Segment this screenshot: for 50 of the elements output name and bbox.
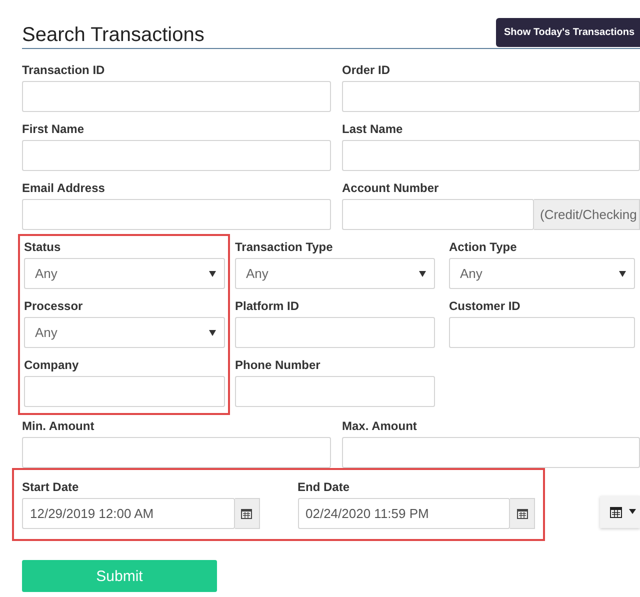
input-field[interactable] <box>342 437 640 468</box>
input-addon: (Credit/Checking <box>534 199 640 230</box>
dropdown[interactable]: Any <box>449 258 635 289</box>
input-field[interactable] <box>22 140 331 171</box>
page-title: Search Transactions <box>22 24 204 47</box>
caret-icon <box>209 330 216 336</box>
dropdown[interactable]: Any <box>24 317 225 348</box>
field-label: Min. Amount <box>22 419 96 435</box>
field-label: Phone Number <box>235 358 322 374</box>
dropdown[interactable]: Any <box>24 258 225 289</box>
field-label: Order ID <box>342 63 392 79</box>
date-field[interactable]: 12/29/2019 12:00 AM <box>22 498 234 529</box>
field-label: Customer ID <box>449 299 522 315</box>
field-label: Company <box>24 358 80 374</box>
input-field[interactable] <box>342 140 640 171</box>
input-field[interactable] <box>22 81 331 112</box>
calendar-icon <box>241 508 252 519</box>
dropdown[interactable]: Any <box>235 258 435 289</box>
date-field[interactable]: 02/24/2020 11:59 PM <box>298 498 510 529</box>
field-label: Platform ID <box>235 299 300 315</box>
calendar-icon <box>610 506 622 518</box>
field-label: Action Type <box>449 240 518 256</box>
field-label: Processor <box>24 299 84 315</box>
caret-icon <box>419 270 426 276</box>
input-field[interactable] <box>22 437 331 468</box>
input-field[interactable] <box>22 199 331 230</box>
caret-icon <box>209 270 216 276</box>
field-label: Transaction Type <box>235 240 334 256</box>
calendar-icon <box>516 508 528 519</box>
field-label: First Name <box>22 122 86 138</box>
input-field[interactable] <box>342 81 640 112</box>
field-label: Transaction ID <box>22 63 106 79</box>
field-label: End Date <box>298 480 351 496</box>
input-field[interactable] <box>235 376 435 407</box>
input-field[interactable] <box>235 317 435 348</box>
input-field[interactable] <box>449 317 635 348</box>
show-today-button[interactable]: Show Today's Transactions <box>496 18 640 47</box>
calendar-button[interactable] <box>510 498 535 529</box>
calendar-button[interactable] <box>234 498 260 529</box>
field-label: Account Number <box>342 181 440 197</box>
input-field[interactable] <box>24 376 225 407</box>
caret-icon <box>629 509 636 514</box>
field-label: Start Date <box>22 480 80 496</box>
calendar-dropdown-button[interactable] <box>600 496 640 528</box>
caret-icon <box>619 270 626 276</box>
field-label: Last Name <box>342 122 404 138</box>
field-label: Email Address <box>22 181 106 197</box>
field-label: Max. Amount <box>342 419 418 435</box>
input-field[interactable] <box>342 199 534 230</box>
field-label: Status <box>24 240 62 256</box>
